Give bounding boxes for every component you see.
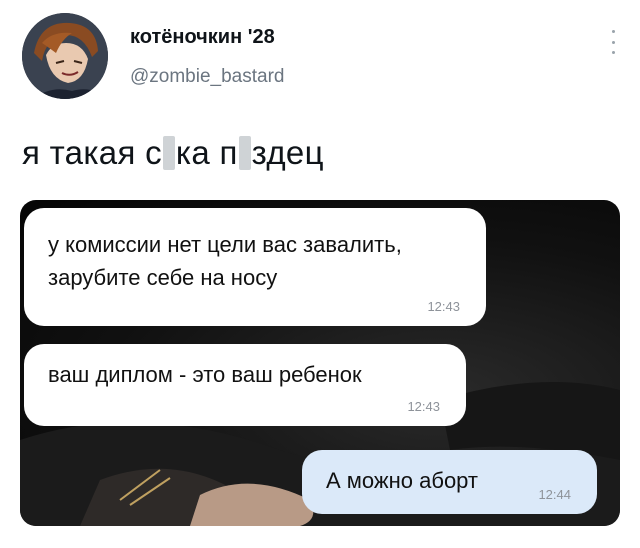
message-text: А можно аборт xyxy=(326,468,479,493)
message-bubble-outgoing: А можно аборт 12:44 xyxy=(302,450,597,514)
vertical-dots-icon[interactable] xyxy=(610,30,616,54)
message-text: у комиссии нет цели вас завалить, заруби… xyxy=(48,232,402,290)
tweet-text-part: я такая с xyxy=(22,134,162,171)
tweet-text: я такая с ка п здец xyxy=(22,134,324,172)
tweet-media[interactable]: у комиссии нет цели вас завалить, заруби… xyxy=(20,200,620,526)
tweet-text-part: здец xyxy=(251,134,324,171)
censor-blur xyxy=(238,136,251,170)
avatar-image xyxy=(22,13,108,99)
message-bubble-incoming: у комиссии нет цели вас завалить, заруби… xyxy=(24,208,486,326)
message-text: ваш диплом - это ваш ребенок xyxy=(48,362,362,387)
message-time: 12:43 xyxy=(407,399,440,414)
tweet-text-part: ка п xyxy=(175,134,238,171)
message-time: 12:43 xyxy=(427,299,460,314)
avatar[interactable] xyxy=(22,13,108,99)
message-bubble-incoming: ваш диплом - это ваш ребенок 12:43 xyxy=(24,344,466,426)
username[interactable]: @zombie_bastard xyxy=(130,66,284,88)
display-name[interactable]: котёночкин '28 xyxy=(130,26,275,49)
censor-blur xyxy=(162,136,175,170)
message-time: 12:44 xyxy=(538,487,571,502)
